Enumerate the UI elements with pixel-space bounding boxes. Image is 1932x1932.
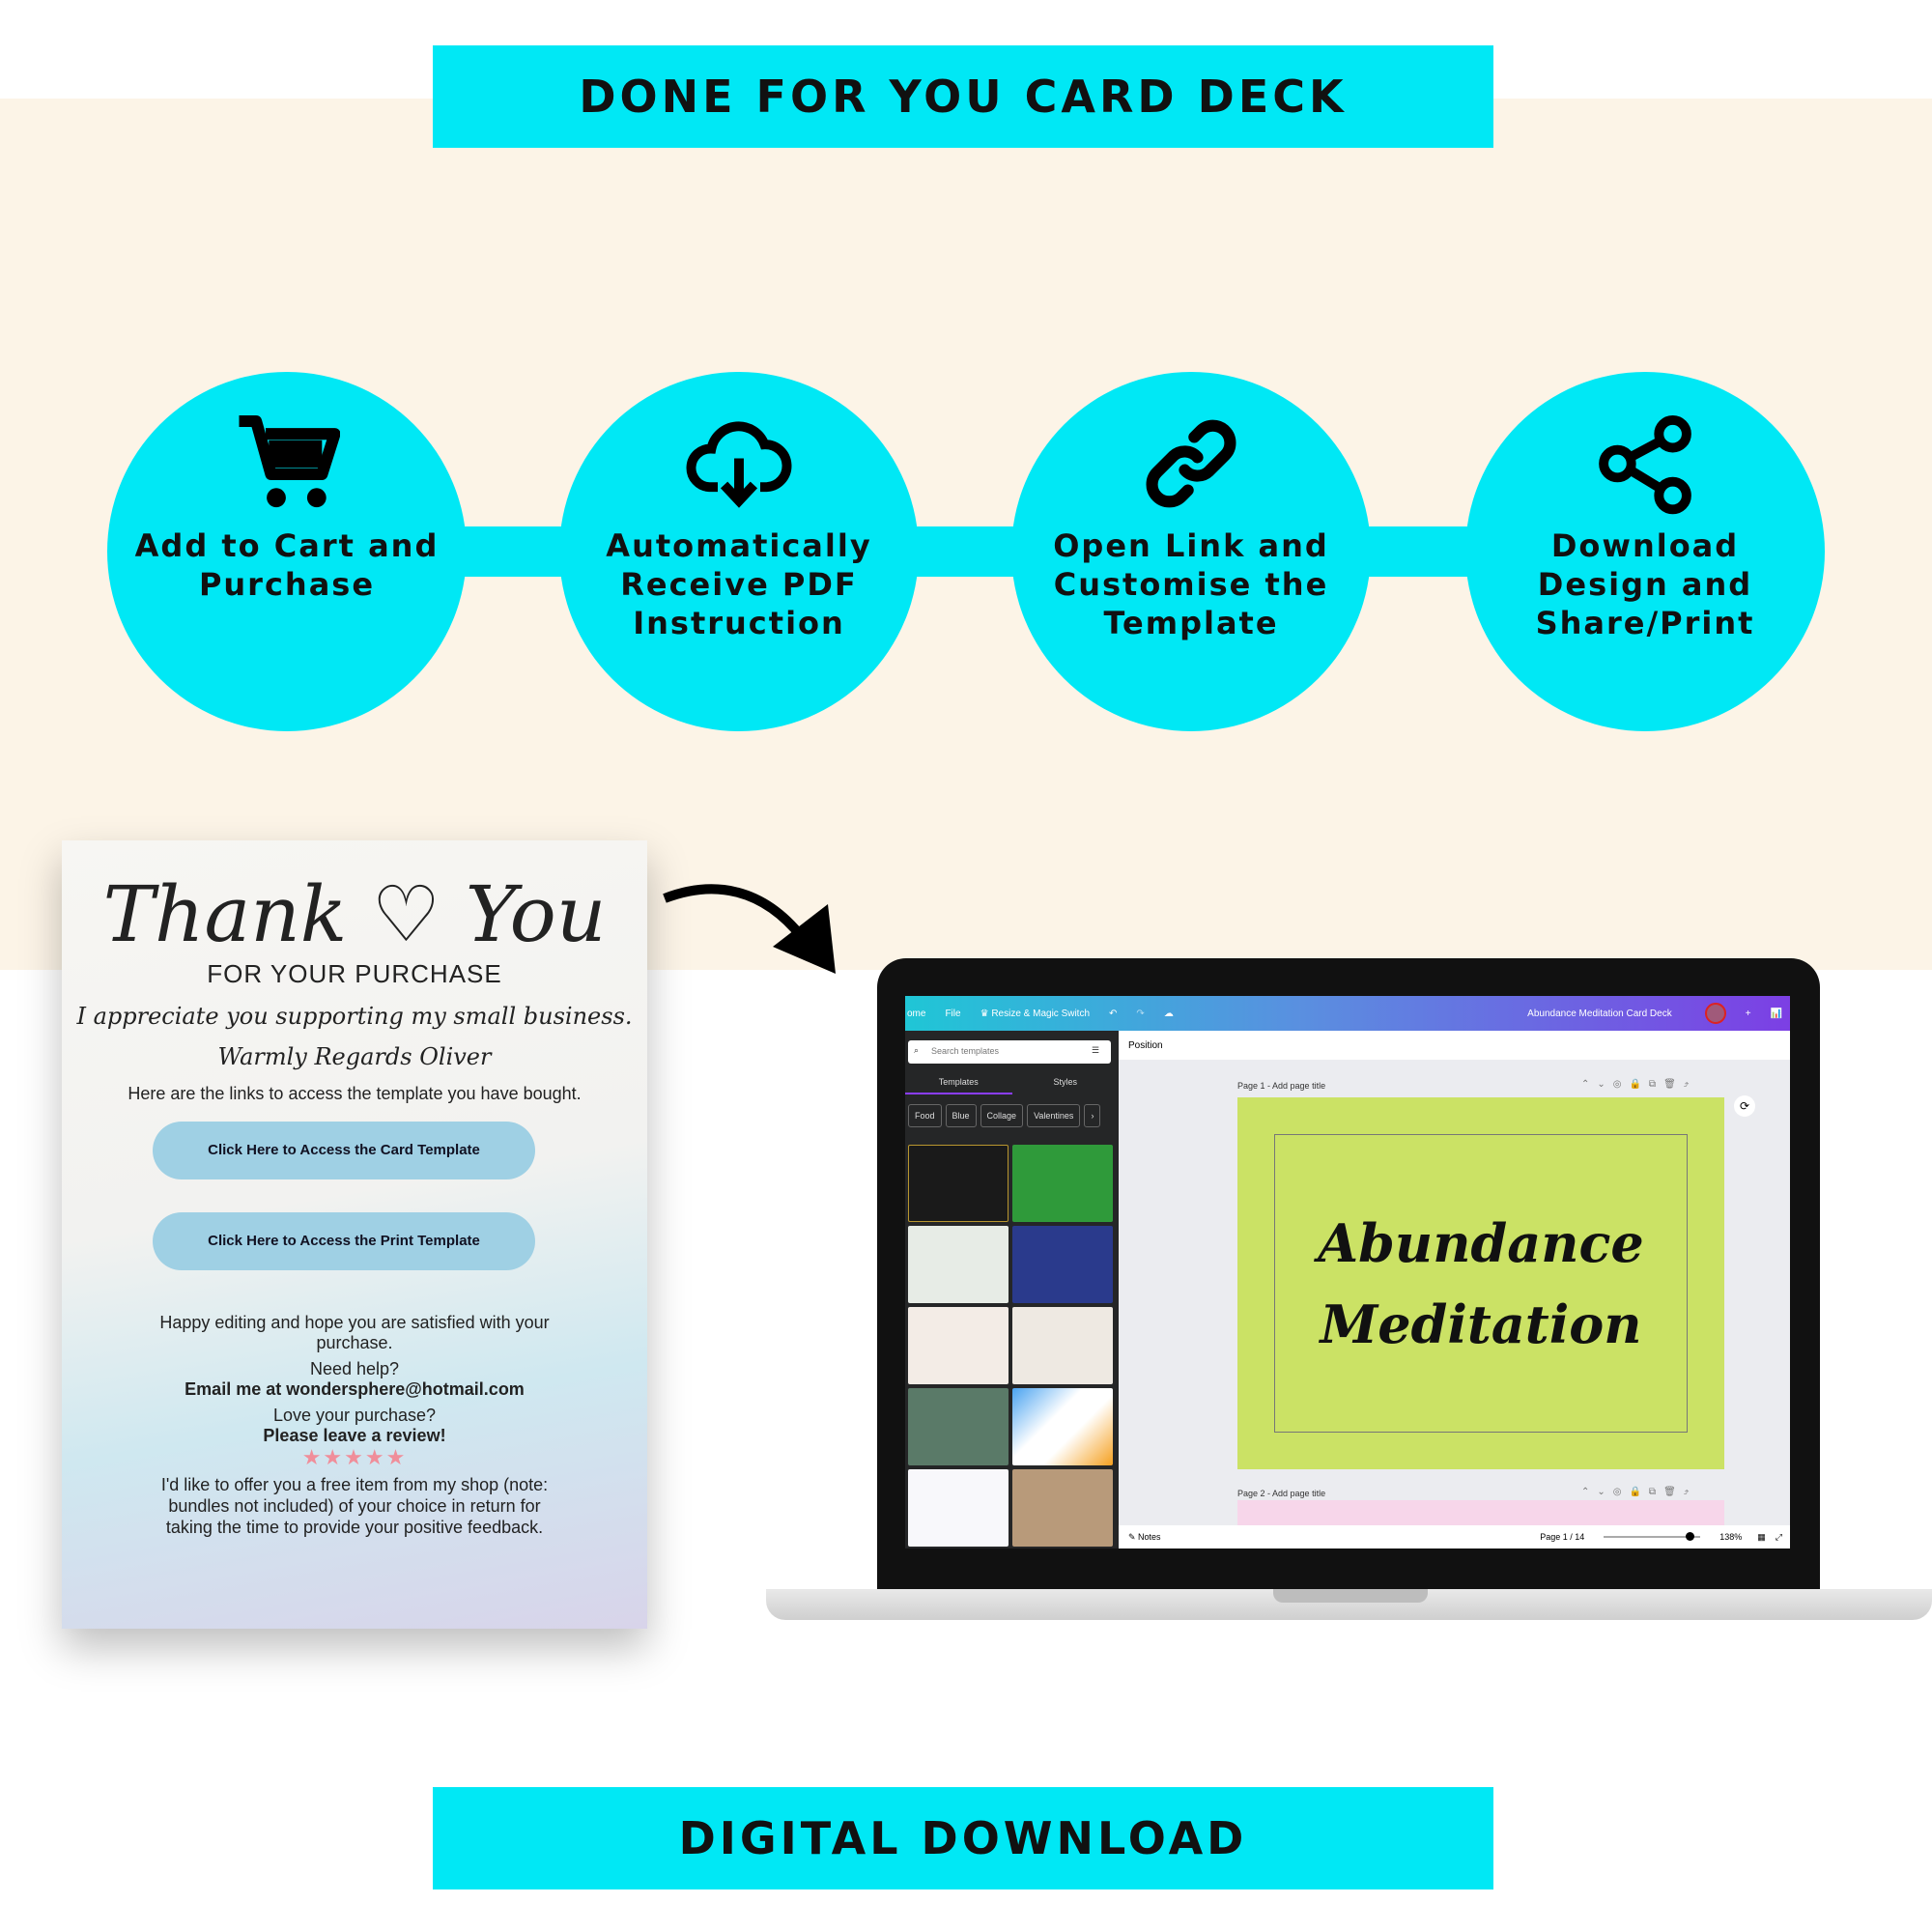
step-label: Automatically Receive PDF Instruction xyxy=(606,527,872,641)
steps-connector xyxy=(287,526,1645,577)
cloud-save-icon[interactable]: ☁ xyxy=(1164,1009,1174,1019)
notes-icon[interactable]: ✎ xyxy=(1128,1532,1138,1543)
step-add-to-cart: Add to Cart and Purchase xyxy=(107,372,467,731)
footer-banner: DIGITAL DOWNLOAD xyxy=(433,1787,1493,1889)
design-text-line1[interactable]: Abundance xyxy=(1318,1203,1643,1284)
zoom-level[interactable]: 138% xyxy=(1719,1532,1742,1542)
step-open-link: Open Link and Customise the Template xyxy=(1011,372,1371,731)
editor-topbar: ome File ♛ Resize & Magic Switch ↶ ↷ ☁ A… xyxy=(905,996,1790,1031)
template-thumb[interactable] xyxy=(1012,1388,1113,1465)
card-intro: Here are the links to access the templat… xyxy=(128,1084,582,1103)
print-template-link-button[interactable]: Click Here to Access the Print Template xyxy=(153,1212,535,1270)
refresh-icon[interactable]: ⟳ xyxy=(1734,1095,1755,1117)
redo-icon[interactable]: ↷ xyxy=(1136,1009,1144,1019)
template-thumb[interactable] xyxy=(908,1388,1009,1465)
search-icon: ⌕ xyxy=(914,1045,920,1055)
header-banner: DONE FOR YOU CARD DECK xyxy=(433,45,1493,148)
card-subtitle: FOR YOUR PURCHASE xyxy=(207,959,502,988)
template-thumb[interactable] xyxy=(1012,1145,1113,1222)
design-page-1[interactable]: Abundance Meditation xyxy=(1237,1097,1724,1469)
analytics-icon[interactable]: 📊 xyxy=(1771,1009,1782,1019)
card-love: Love your purchase? xyxy=(272,1406,437,1425)
link-icon xyxy=(1146,419,1236,508)
home-menu[interactable]: ome xyxy=(907,1009,925,1019)
tab-templates[interactable]: Templates xyxy=(905,1071,1012,1094)
step-label: Open Link and Customise the Template xyxy=(1053,527,1329,641)
template-thumb[interactable] xyxy=(908,1226,1009,1303)
add-icon[interactable]: + xyxy=(1746,1009,1751,1019)
grid-view-icon[interactable]: ▦ xyxy=(1757,1532,1766,1543)
step-receive-pdf: Automatically Receive PDF Instruction xyxy=(559,372,919,731)
card-template-link-button[interactable]: Click Here to Access the Card Template xyxy=(153,1122,535,1179)
page-counter[interactable]: Page 1 / 14 xyxy=(1540,1532,1584,1542)
file-menu[interactable]: File xyxy=(945,1009,960,1019)
position-button[interactable]: Position xyxy=(1119,1031,1790,1060)
card-title: Thank ♡ You xyxy=(102,869,607,959)
editor-bottombar: ✎ Notes Page 1 / 14 138% ▦ ⤢ xyxy=(1119,1525,1790,1548)
zoom-slider[interactable] xyxy=(1604,1532,1701,1541)
card-help: Need help? xyxy=(309,1359,400,1378)
search-templates-input[interactable]: Search templates xyxy=(908,1040,1111,1064)
card-happy: Happy editing and hope you are satisfied… xyxy=(159,1313,550,1352)
share-icon xyxy=(1599,414,1691,515)
template-thumb[interactable] xyxy=(908,1469,1009,1547)
step-label: Add to Cart and Purchase xyxy=(134,527,440,603)
rating-stars: ★★★★★ xyxy=(301,1446,408,1470)
chip-valentines[interactable]: Valentines xyxy=(1027,1104,1081,1127)
fullscreen-icon[interactable]: ⤢ xyxy=(1776,1532,1782,1543)
card-offer: I'd like to offer you a free item from m… xyxy=(160,1475,549,1537)
tab-styles[interactable]: Styles xyxy=(1012,1071,1120,1094)
notes-button[interactable]: Notes xyxy=(1138,1532,1161,1542)
template-thumb[interactable] xyxy=(1012,1226,1113,1303)
page2-actions-icons[interactable]: ⌃⌄◎🔒⧉🗑⤴ xyxy=(1581,1487,1696,1497)
chevron-right-icon[interactable]: › xyxy=(1084,1104,1101,1127)
canva-editor: ome File ♛ Resize & Magic Switch ↶ ↷ ☁ A… xyxy=(905,996,1790,1548)
card-signoff: Warmly Regards Oliver xyxy=(217,1043,492,1070)
laptop-notch xyxy=(1273,1589,1428,1603)
card-review: Please leave a review! xyxy=(263,1426,446,1445)
arrow-icon xyxy=(663,884,836,974)
chip-collage[interactable]: Collage xyxy=(980,1104,1024,1127)
step-download-share: Download Design and Share/Print xyxy=(1465,372,1825,731)
design-text-line2[interactable]: Meditation xyxy=(1320,1284,1641,1365)
thank-you-card: Thank ♡ You FOR YOUR PURCHASE I apprecia… xyxy=(62,840,647,1629)
undo-icon[interactable]: ↶ xyxy=(1109,1009,1117,1019)
chip-blue[interactable]: Blue xyxy=(945,1104,977,1127)
card-email: Email me at wondersphere@hotmail.com xyxy=(185,1379,525,1399)
cart-icon xyxy=(239,414,340,508)
page1-label[interactable]: Page 1 - Add page title xyxy=(1237,1081,1325,1091)
templates-panel: Search templates ⌕ ☰ Templates Styles Fo… xyxy=(905,1031,1119,1548)
avatar[interactable] xyxy=(1704,1003,1726,1024)
template-thumb[interactable] xyxy=(1012,1469,1113,1547)
template-thumb[interactable] xyxy=(908,1145,1009,1222)
cloud-download-icon xyxy=(686,421,792,508)
page2-label[interactable]: Page 2 - Add page title xyxy=(1237,1489,1325,1498)
document-title[interactable]: Abundance Meditation Card Deck xyxy=(1527,1009,1672,1019)
template-thumb[interactable] xyxy=(908,1307,1009,1384)
step-label: Download Design and Share/Print xyxy=(1535,527,1755,641)
template-thumb[interactable] xyxy=(1012,1307,1113,1384)
resize-button[interactable]: ♛ Resize & Magic Switch xyxy=(980,1009,1090,1019)
filter-icon[interactable]: ☰ xyxy=(1092,1045,1099,1056)
chip-food[interactable]: Food xyxy=(908,1104,942,1127)
card-appreciation: I appreciate you supporting my small bus… xyxy=(76,1003,633,1030)
page-actions-icons[interactable]: ⌃⌄◎🔒⧉🗑⤴ xyxy=(1581,1079,1696,1090)
laptop-base xyxy=(766,1589,1932,1620)
